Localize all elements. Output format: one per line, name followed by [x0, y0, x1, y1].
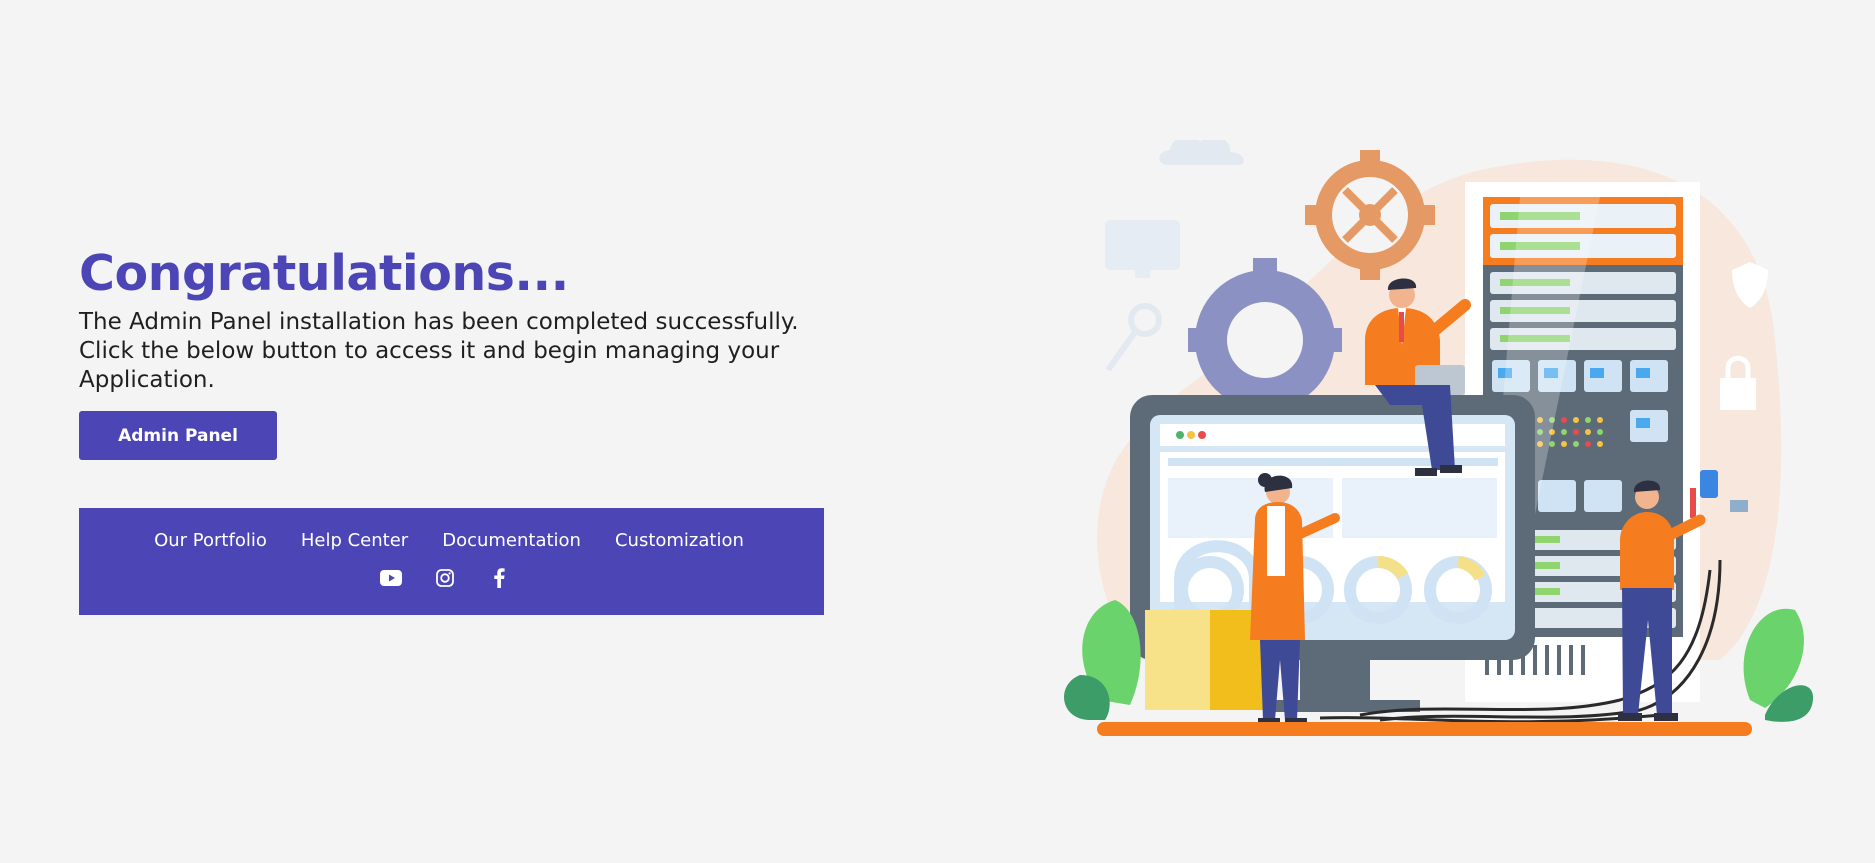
server-setup-illustration: [1063, 140, 1814, 736]
social-links: [79, 567, 824, 589]
footer-link-help-center[interactable]: Help Center: [301, 530, 408, 552]
blue-connector: [1700, 470, 1718, 498]
red-connector: [1690, 488, 1696, 518]
youtube-icon[interactable]: [378, 567, 404, 589]
floor-bar: [1097, 722, 1752, 736]
hero-section: Congratulations... The Admin Panel insta…: [79, 244, 824, 615]
usb-connector: [1730, 500, 1748, 512]
instagram-icon[interactable]: [432, 567, 458, 589]
footer-links: Our Portfolio Help Center Documentation …: [79, 530, 824, 552]
footer-bar: Our Portfolio Help Center Documentation …: [79, 508, 824, 615]
hero-description: The Admin Panel installation has been co…: [79, 309, 799, 393]
left-plant: [1063, 600, 1141, 720]
right-plant: [1743, 608, 1814, 722]
footer-link-customization[interactable]: Customization: [615, 530, 744, 552]
key-icon: [1105, 303, 1162, 372]
facebook-icon[interactable]: [486, 567, 512, 589]
footer-link-documentation[interactable]: Documentation: [442, 530, 581, 552]
cloud-icon: [1159, 140, 1244, 165]
faint-monitor-icon: [1105, 220, 1180, 278]
page: Congratulations... The Admin Panel insta…: [0, 0, 1875, 863]
page-title: Congratulations...: [79, 245, 569, 302]
admin-panel-button[interactable]: Admin Panel: [79, 411, 277, 460]
footer-link-our-portfolio[interactable]: Our Portfolio: [154, 530, 267, 552]
